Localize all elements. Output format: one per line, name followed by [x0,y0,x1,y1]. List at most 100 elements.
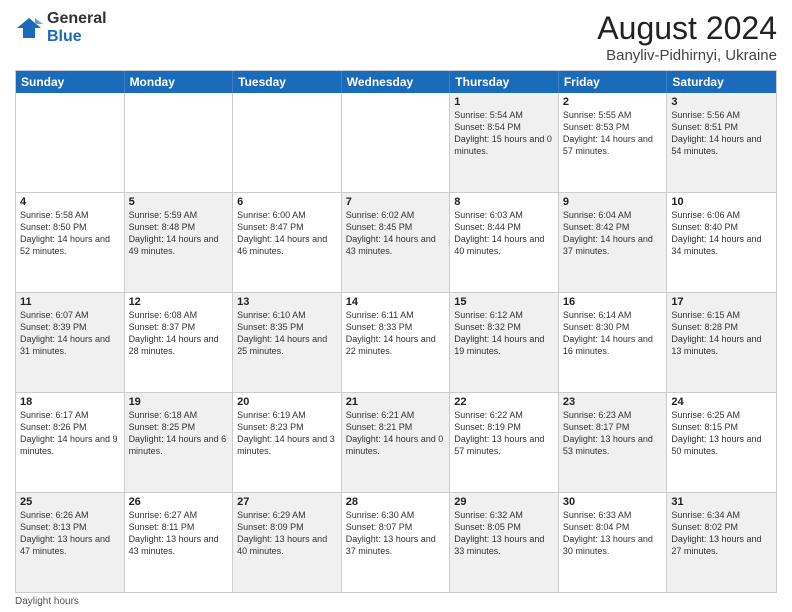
day-number: 17 [671,296,772,308]
cal-header-day-saturday: Saturday [667,71,776,93]
cal-cell: 2Sunrise: 5:55 AM Sunset: 8:53 PM Daylig… [559,93,668,192]
day-number: 7 [346,196,446,208]
day-info: Sunrise: 6:21 AM Sunset: 8:21 PM Dayligh… [346,409,446,458]
day-info: Sunrise: 6:34 AM Sunset: 8:02 PM Dayligh… [671,509,772,558]
day-info: Sunrise: 6:07 AM Sunset: 8:39 PM Dayligh… [20,309,120,358]
day-info: Sunrise: 6:33 AM Sunset: 8:04 PM Dayligh… [563,509,663,558]
cal-cell: 4Sunrise: 5:58 AM Sunset: 8:50 PM Daylig… [16,193,125,292]
cal-cell: 5Sunrise: 5:59 AM Sunset: 8:48 PM Daylig… [125,193,234,292]
day-number: 12 [129,296,229,308]
day-number: 22 [454,396,554,408]
cal-week-3: 11Sunrise: 6:07 AM Sunset: 8:39 PM Dayli… [16,293,776,393]
cal-cell: 25Sunrise: 6:26 AM Sunset: 8:13 PM Dayli… [16,493,125,592]
logo-blue-text: Blue [47,28,107,46]
day-number: 26 [129,496,229,508]
day-info: Sunrise: 6:15 AM Sunset: 8:28 PM Dayligh… [671,309,772,358]
cal-cell: 10Sunrise: 6:06 AM Sunset: 8:40 PM Dayli… [667,193,776,292]
cal-cell: 31Sunrise: 6:34 AM Sunset: 8:02 PM Dayli… [667,493,776,592]
cal-cell: 26Sunrise: 6:27 AM Sunset: 8:11 PM Dayli… [125,493,234,592]
day-info: Sunrise: 5:59 AM Sunset: 8:48 PM Dayligh… [129,209,229,258]
calendar-body: 1Sunrise: 5:54 AM Sunset: 8:54 PM Daylig… [16,93,776,592]
calendar-header: SundayMondayTuesdayWednesdayThursdayFrid… [16,71,776,93]
logo-icon [15,14,43,42]
day-info: Sunrise: 5:55 AM Sunset: 8:53 PM Dayligh… [563,109,663,158]
day-number: 18 [20,396,120,408]
cal-cell: 1Sunrise: 5:54 AM Sunset: 8:54 PM Daylig… [450,93,559,192]
cal-cell: 18Sunrise: 6:17 AM Sunset: 8:26 PM Dayli… [16,393,125,492]
cal-header-day-sunday: Sunday [16,71,125,93]
main-title: August 2024 [597,10,777,47]
cal-header-day-monday: Monday [125,71,234,93]
day-number: 30 [563,496,663,508]
cal-header-day-thursday: Thursday [450,71,559,93]
cal-cell: 17Sunrise: 6:15 AM Sunset: 8:28 PM Dayli… [667,293,776,392]
day-info: Sunrise: 6:14 AM Sunset: 8:30 PM Dayligh… [563,309,663,358]
cal-header-day-tuesday: Tuesday [233,71,342,93]
cal-cell: 15Sunrise: 6:12 AM Sunset: 8:32 PM Dayli… [450,293,559,392]
cal-header-day-wednesday: Wednesday [342,71,451,93]
cal-cell [16,93,125,192]
day-number: 19 [129,396,229,408]
cal-header-day-friday: Friday [559,71,668,93]
day-number: 1 [454,96,554,108]
day-number: 4 [20,196,120,208]
day-number: 31 [671,496,772,508]
cal-cell [342,93,451,192]
day-info: Sunrise: 6:32 AM Sunset: 8:05 PM Dayligh… [454,509,554,558]
day-number: 29 [454,496,554,508]
day-number: 5 [129,196,229,208]
logo-text: General Blue [47,10,107,45]
cal-week-1: 1Sunrise: 5:54 AM Sunset: 8:54 PM Daylig… [16,93,776,193]
day-info: Sunrise: 5:56 AM Sunset: 8:51 PM Dayligh… [671,109,772,158]
day-info: Sunrise: 6:18 AM Sunset: 8:25 PM Dayligh… [129,409,229,458]
day-info: Sunrise: 6:30 AM Sunset: 8:07 PM Dayligh… [346,509,446,558]
day-number: 24 [671,396,772,408]
day-info: Sunrise: 6:25 AM Sunset: 8:15 PM Dayligh… [671,409,772,458]
cal-cell: 13Sunrise: 6:10 AM Sunset: 8:35 PM Dayli… [233,293,342,392]
logo-general-text: General [47,10,107,28]
day-info: Sunrise: 6:29 AM Sunset: 8:09 PM Dayligh… [237,509,337,558]
day-info: Sunrise: 6:23 AM Sunset: 8:17 PM Dayligh… [563,409,663,458]
day-info: Sunrise: 6:03 AM Sunset: 8:44 PM Dayligh… [454,209,554,258]
cal-cell: 29Sunrise: 6:32 AM Sunset: 8:05 PM Dayli… [450,493,559,592]
title-block: August 2024 Banyliv-Pidhirnyi, Ukraine [597,10,777,64]
cal-cell: 20Sunrise: 6:19 AM Sunset: 8:23 PM Dayli… [233,393,342,492]
cal-cell: 12Sunrise: 6:08 AM Sunset: 8:37 PM Dayli… [125,293,234,392]
cal-cell: 7Sunrise: 6:02 AM Sunset: 8:45 PM Daylig… [342,193,451,292]
cal-cell: 8Sunrise: 6:03 AM Sunset: 8:44 PM Daylig… [450,193,559,292]
day-number: 27 [237,496,337,508]
day-info: Sunrise: 6:00 AM Sunset: 8:47 PM Dayligh… [237,209,337,258]
cal-cell: 16Sunrise: 6:14 AM Sunset: 8:30 PM Dayli… [559,293,668,392]
day-info: Sunrise: 5:58 AM Sunset: 8:50 PM Dayligh… [20,209,120,258]
day-number: 20 [237,396,337,408]
cal-cell: 19Sunrise: 6:18 AM Sunset: 8:25 PM Dayli… [125,393,234,492]
header: General Blue August 2024 Banyliv-Pidhirn… [15,10,777,64]
day-number: 14 [346,296,446,308]
day-number: 23 [563,396,663,408]
cal-cell: 30Sunrise: 6:33 AM Sunset: 8:04 PM Dayli… [559,493,668,592]
day-number: 25 [20,496,120,508]
day-info: Sunrise: 6:22 AM Sunset: 8:19 PM Dayligh… [454,409,554,458]
page: General Blue August 2024 Banyliv-Pidhirn… [0,0,792,612]
day-number: 13 [237,296,337,308]
cal-cell [233,93,342,192]
day-info: Sunrise: 6:11 AM Sunset: 8:33 PM Dayligh… [346,309,446,358]
cal-week-4: 18Sunrise: 6:17 AM Sunset: 8:26 PM Dayli… [16,393,776,493]
day-info: Sunrise: 6:06 AM Sunset: 8:40 PM Dayligh… [671,209,772,258]
day-number: 28 [346,496,446,508]
day-number: 11 [20,296,120,308]
day-number: 9 [563,196,663,208]
day-number: 2 [563,96,663,108]
day-number: 21 [346,396,446,408]
cal-cell: 27Sunrise: 6:29 AM Sunset: 8:09 PM Dayli… [233,493,342,592]
day-info: Sunrise: 6:27 AM Sunset: 8:11 PM Dayligh… [129,509,229,558]
day-info: Sunrise: 6:04 AM Sunset: 8:42 PM Dayligh… [563,209,663,258]
cal-cell: 14Sunrise: 6:11 AM Sunset: 8:33 PM Dayli… [342,293,451,392]
day-info: Sunrise: 6:10 AM Sunset: 8:35 PM Dayligh… [237,309,337,358]
cal-week-2: 4Sunrise: 5:58 AM Sunset: 8:50 PM Daylig… [16,193,776,293]
cal-cell: 6Sunrise: 6:00 AM Sunset: 8:47 PM Daylig… [233,193,342,292]
cal-cell: 28Sunrise: 6:30 AM Sunset: 8:07 PM Dayli… [342,493,451,592]
cal-cell: 22Sunrise: 6:22 AM Sunset: 8:19 PM Dayli… [450,393,559,492]
cal-cell: 11Sunrise: 6:07 AM Sunset: 8:39 PM Dayli… [16,293,125,392]
cal-week-5: 25Sunrise: 6:26 AM Sunset: 8:13 PM Dayli… [16,493,776,592]
